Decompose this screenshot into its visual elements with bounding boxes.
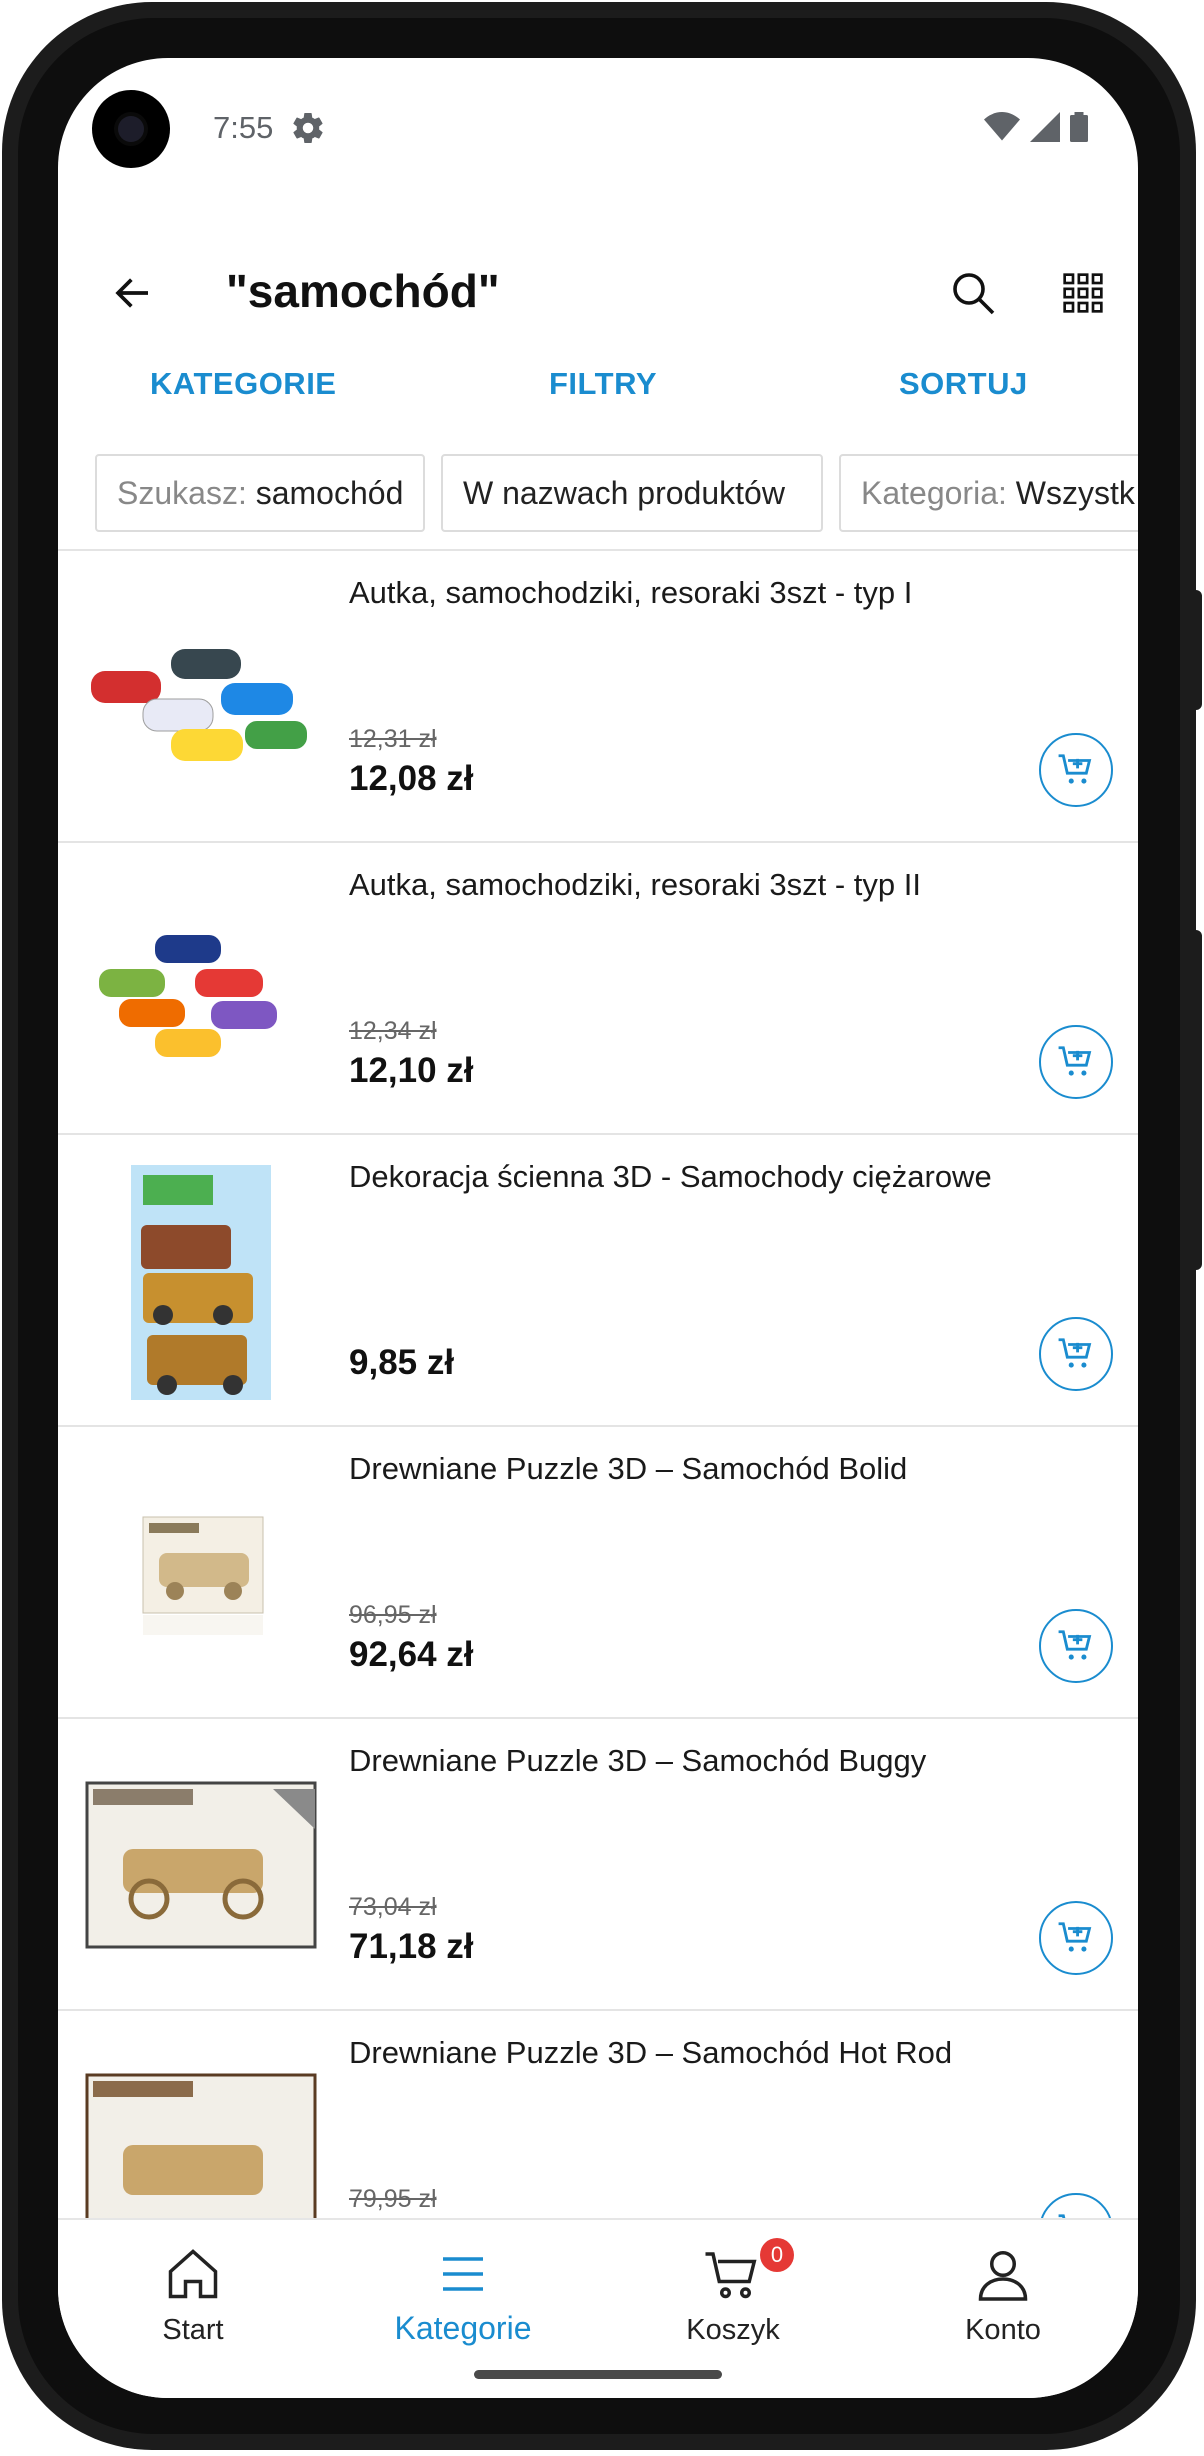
nav-kategorie[interactable]: Kategorie (328, 2220, 598, 2370)
signal-icon (1030, 112, 1060, 142)
product-row[interactable]: Drewniane Puzzle 3D – Samochód Bolid 96,… (58, 1427, 1138, 1719)
product-old-price: 73,04 zł (349, 1893, 437, 1921)
nav-start-label: Start (162, 2314, 224, 2346)
nav-start[interactable]: Start (58, 2220, 328, 2370)
person-icon (978, 2251, 1028, 2301)
add-to-cart-icon (1058, 1922, 1092, 1952)
back-arrow-icon (115, 278, 148, 308)
grid-icon (1063, 273, 1103, 313)
product-old-price: 96,95 zł (349, 1601, 437, 1629)
puzzle-box-image (142, 1516, 264, 1635)
product-old-price: 12,34 zł (349, 1017, 437, 1045)
product-image (99, 935, 277, 1057)
product-old-price: 12,31 zł (349, 725, 437, 753)
puzzle-box-image (85, 1781, 317, 1949)
volume-button (1190, 930, 1202, 1270)
product-row[interactable]: Autka, samochodziki, resoraki 3szt - typ… (58, 843, 1138, 1135)
power-button (1190, 590, 1202, 710)
product-image (85, 1781, 317, 1949)
tab-filtry[interactable]: FILTRY (549, 366, 657, 402)
product-price: 71,18 zł (349, 1927, 474, 1966)
screen: 7:55 "samochód" KATEGORIE FILTRY SORTUJ … (58, 58, 1138, 2398)
tab-sortuj[interactable]: SORTUJ (899, 366, 1028, 402)
wifi-icon (984, 112, 1020, 141)
product-list[interactable]: Autka, samochodziki, resoraki 3szt - typ… (58, 549, 1138, 2220)
nav-konto-label: Konto (965, 2314, 1041, 2346)
menu-icon (443, 2257, 483, 2291)
add-to-cart-button[interactable] (1039, 1317, 1113, 1391)
nav-koszyk-label: Koszyk (686, 2314, 780, 2346)
add-to-cart-icon (1058, 754, 1092, 784)
gesture-bar[interactable] (474, 2370, 722, 2379)
product-name[interactable]: Autka, samochodziki, resoraki 3szt - typ… (349, 575, 912, 611)
nav-kategorie-label: Kategorie (394, 2310, 532, 2346)
product-price: 92,64 zł (349, 1635, 474, 1674)
cart-icon (705, 2252, 757, 2299)
search-icon (953, 273, 995, 315)
back-button[interactable] (98, 258, 168, 328)
toy-cars-image (99, 935, 277, 1057)
product-name[interactable]: Drewniane Puzzle 3D – Samochód Bolid (349, 1451, 907, 1487)
page-title: "samochód" (226, 265, 500, 317)
product-row[interactable]: Autka, samochodziki, resoraki 3szt - typ… (58, 551, 1138, 843)
add-to-cart-icon (1058, 1338, 1092, 1368)
product-row[interactable]: Drewniane Puzzle 3D – Samochód Hot Rod 7… (58, 2011, 1138, 2220)
status-time: 7:55 (213, 110, 274, 145)
chip-search-scope[interactable]: W nazwach produktów (441, 454, 823, 532)
front-camera (92, 90, 170, 168)
home-icon (168, 2249, 218, 2299)
product-name[interactable]: Drewniane Puzzle 3D – Samochód Hot Rod (349, 2035, 952, 2071)
status-icons (984, 112, 1088, 142)
add-to-cart-button[interactable] (1039, 2193, 1113, 2220)
product-price: 9,85 zł (349, 1343, 455, 1382)
product-image (131, 1165, 271, 1400)
chip-search-query[interactable]: Szukasz: samochód (95, 454, 425, 532)
product-name[interactable]: Dekoracja ścienna 3D - Samochody ciężaro… (349, 1159, 992, 1195)
toy-cars-image (91, 649, 307, 761)
product-row[interactable]: Drewniane Puzzle 3D – Samochód Buggy 73,… (58, 1719, 1138, 2011)
product-name[interactable]: Drewniane Puzzle 3D – Samochód Buggy (349, 1743, 926, 1779)
product-price: 12,08 zł (349, 759, 474, 798)
battery-icon (1070, 112, 1088, 142)
add-to-cart-button[interactable] (1039, 1901, 1113, 1975)
nav-koszyk[interactable]: 0 Koszyk (598, 2220, 868, 2370)
add-to-cart-icon (1058, 1630, 1092, 1660)
product-image (142, 1516, 264, 1635)
add-to-cart-button[interactable] (1039, 733, 1113, 807)
settings-gear-icon (293, 113, 323, 144)
product-image (85, 2073, 317, 2220)
product-row[interactable]: Dekoracja ścienna 3D - Samochody ciężaro… (58, 1135, 1138, 1427)
view-grid-button[interactable] (1048, 258, 1118, 328)
search-button[interactable] (938, 258, 1008, 328)
product-price: 12,10 zł (349, 1051, 474, 1090)
cart-count-badge: 0 (760, 2238, 794, 2272)
puzzle-box-image (85, 2073, 317, 2220)
nav-konto[interactable]: Konto (868, 2220, 1138, 2370)
tab-kategorie[interactable]: KATEGORIE (150, 366, 337, 402)
add-to-cart-button[interactable] (1039, 1025, 1113, 1099)
product-old-price: 79,95 zł (349, 2185, 437, 2213)
wall-decal-image (131, 1165, 271, 1400)
add-to-cart-icon (1058, 1046, 1092, 1076)
product-image (91, 649, 307, 761)
chip-category[interactable]: Kategoria: Wszystk (839, 454, 1138, 532)
product-name[interactable]: Autka, samochodziki, resoraki 3szt - typ… (349, 867, 921, 903)
add-to-cart-button[interactable] (1039, 1609, 1113, 1683)
